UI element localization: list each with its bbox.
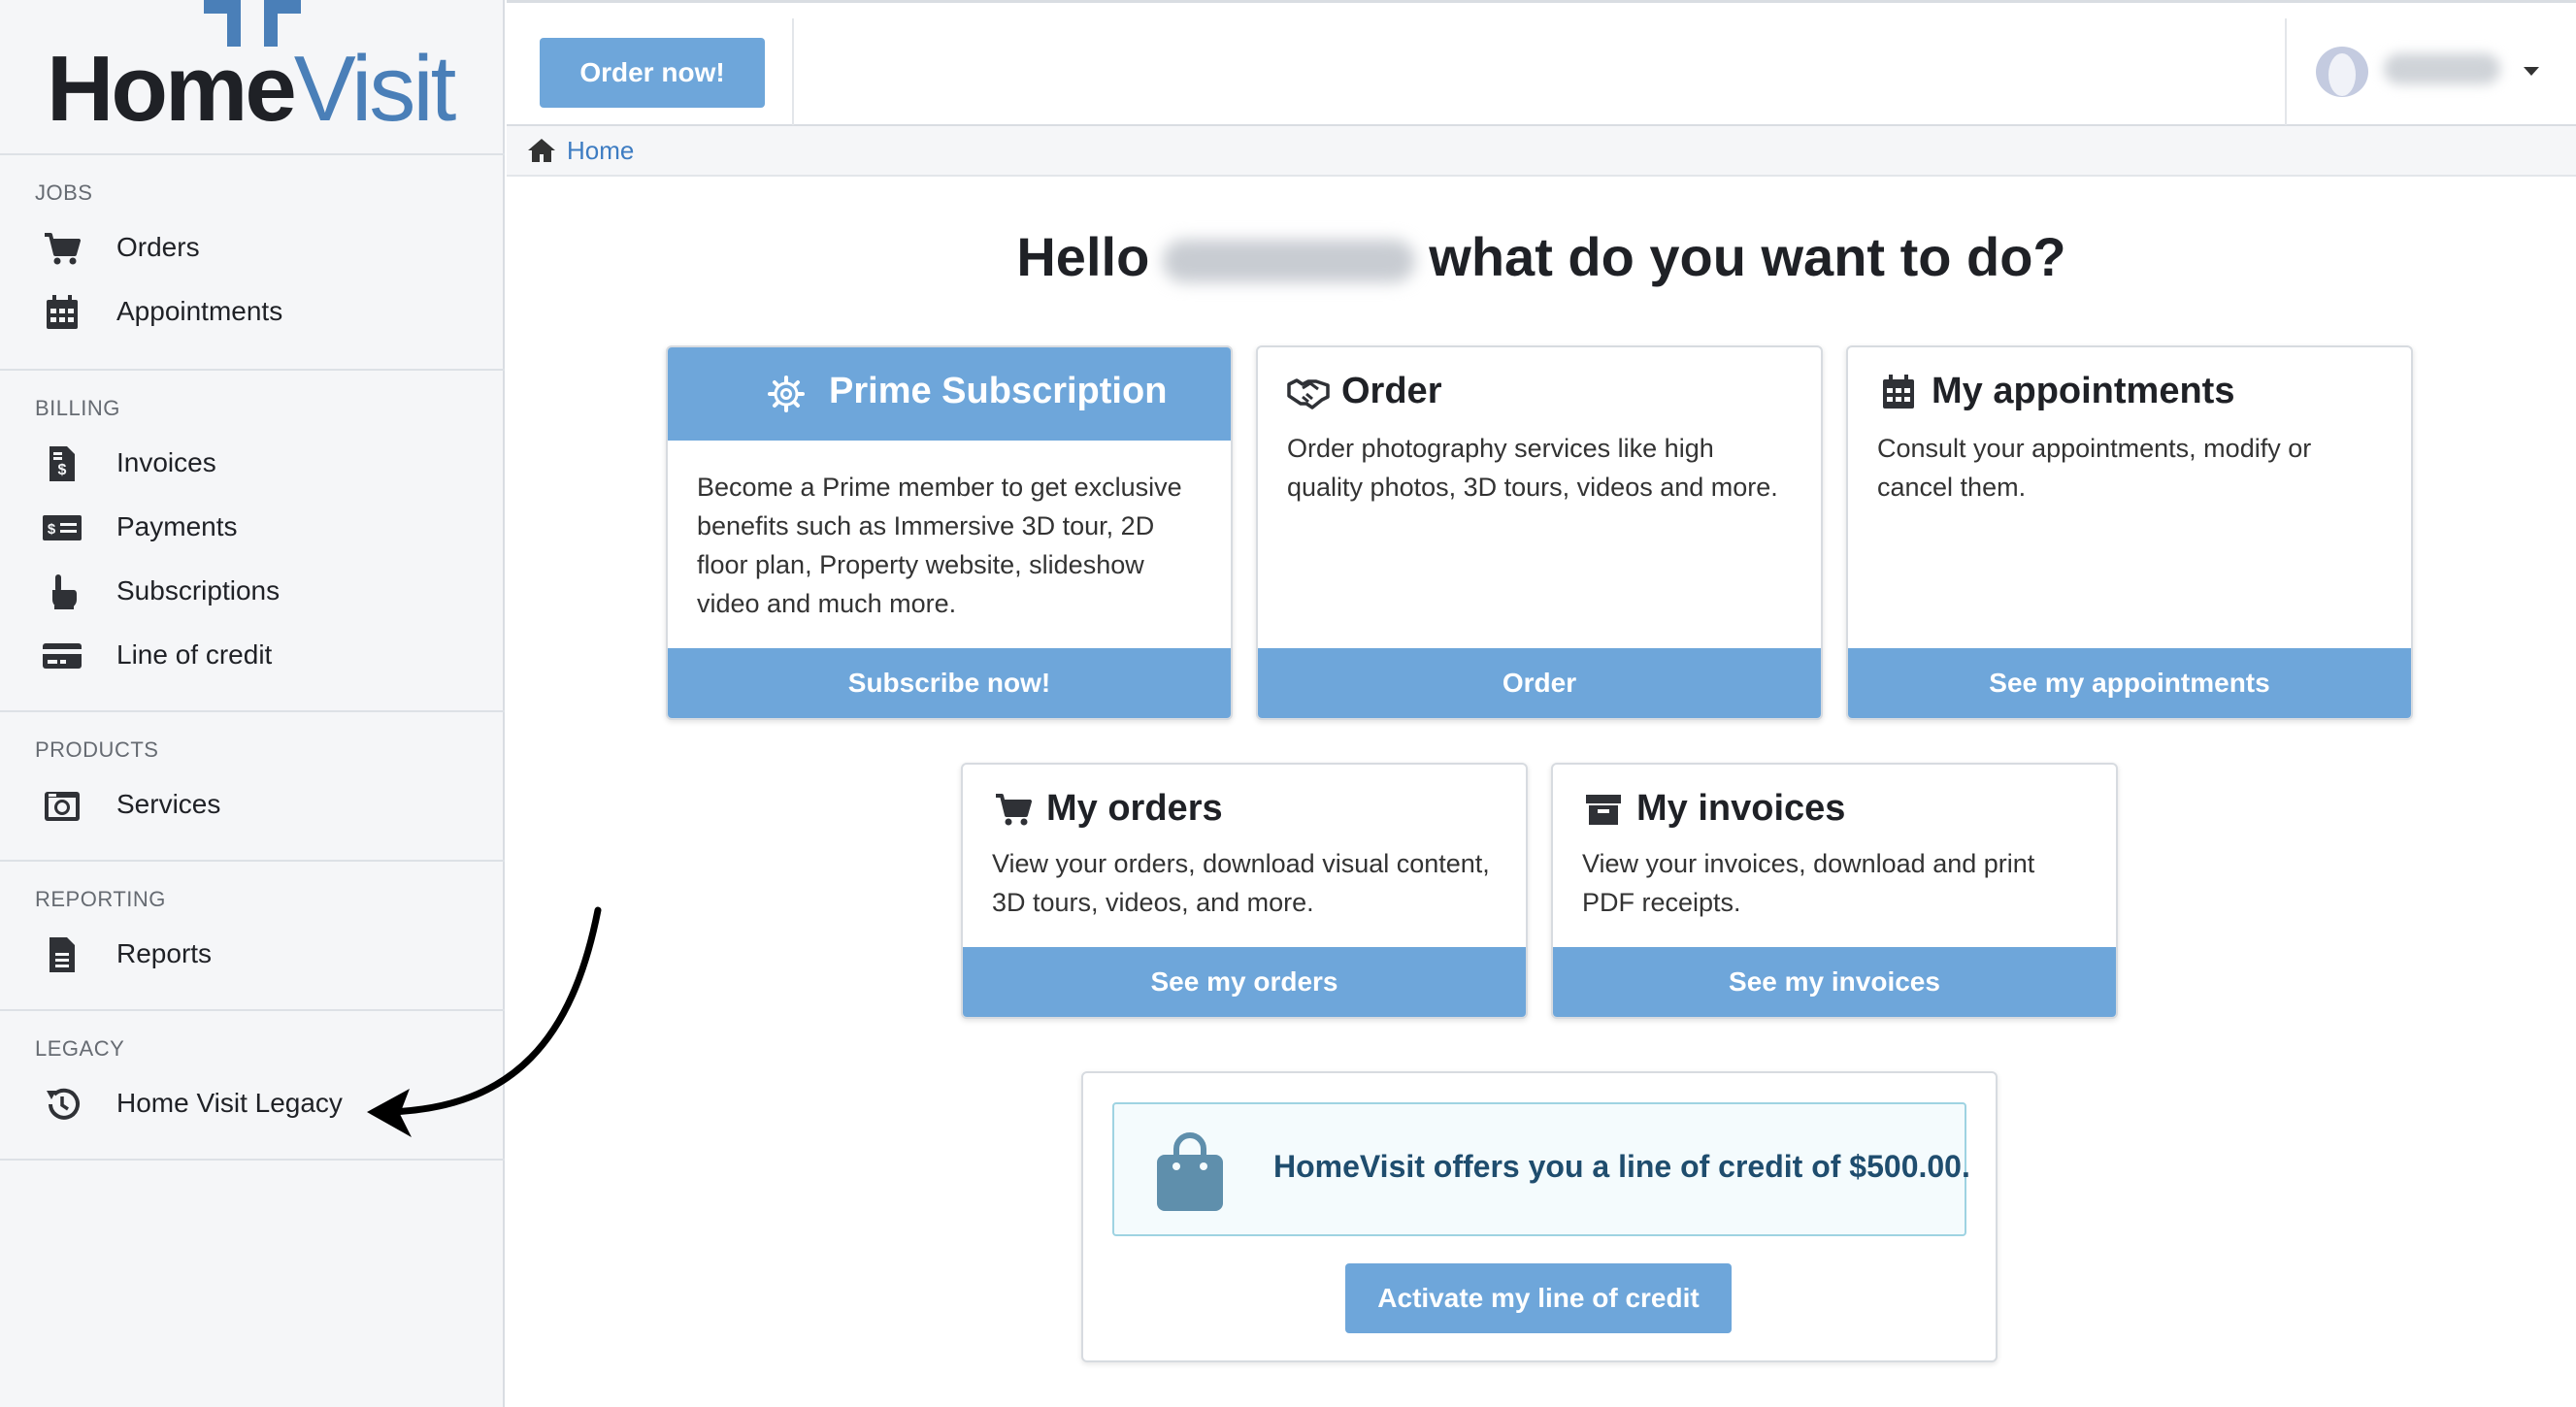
gear-icon xyxy=(768,376,805,412)
order-now-button[interactable]: Order now! xyxy=(540,38,765,108)
section-title-reporting: REPORTING xyxy=(35,887,166,911)
annotation-arrow xyxy=(367,906,602,1137)
card-description: Order photography services like high qua… xyxy=(1287,434,1778,502)
topbar: Order now! xyxy=(507,0,2576,126)
credit-offer-message: HomeVisit offers you a line of credit of… xyxy=(1273,1149,1970,1184)
credit-offer-alert: HomeVisit offers you a line of credit of… xyxy=(1112,1102,1970,1236)
card-title: Prime Subscription xyxy=(829,371,1168,411)
greeting-suffix: what do you want to do? xyxy=(1429,226,2066,287)
breadcrumb: Home xyxy=(507,126,2576,177)
card-title: My invoices xyxy=(1636,788,1846,829)
breadcrumb-home-link[interactable]: Home xyxy=(567,136,634,166)
card-description: View your orders, download visual conten… xyxy=(992,849,1490,917)
invoice-icon: $ xyxy=(50,446,75,481)
pointer-hand-icon xyxy=(52,574,77,609)
chevron-down-icon xyxy=(2524,67,2539,76)
nav-section-billing: BILLING $ Invoices $ Payments Subscripti… xyxy=(0,371,505,712)
card-title: My appointments xyxy=(1932,371,2235,411)
logo[interactable]: HomeVisit xyxy=(0,0,505,155)
sidebar-item-orders[interactable]: Orders xyxy=(0,217,503,279)
sidebar: HomeVisit JOBS Orders Appointments BILLI… xyxy=(0,0,505,1407)
see-my-invoices-button[interactable]: See my invoices xyxy=(1553,947,2116,1017)
card-description: View your invoices, download and print P… xyxy=(1582,849,2035,917)
card-description: Become a Prime member to get exclusive b… xyxy=(697,473,1182,618)
nav-section-jobs: JOBS Orders Appointments xyxy=(0,155,505,371)
page-title: Hello what do you want to do? xyxy=(507,225,2576,288)
svg-text:$: $ xyxy=(48,521,56,538)
user-name-blurred xyxy=(1163,240,1416,283)
sidebar-item-label: Invoices xyxy=(116,447,216,477)
calendar-icon xyxy=(47,295,78,329)
sidebar-item-label: Reports xyxy=(116,938,213,968)
history-icon xyxy=(47,1088,80,1120)
file-icon xyxy=(50,937,75,972)
appointments-card: My appointments Consult your appointment… xyxy=(1846,345,2413,720)
topbar-divider xyxy=(2285,18,2287,125)
card-title: My orders xyxy=(1046,788,1223,829)
section-title-legacy: LEGACY xyxy=(35,1036,125,1061)
sidebar-item-services[interactable]: Services xyxy=(0,774,503,836)
archive-icon xyxy=(1586,795,1621,825)
cart-icon xyxy=(996,794,1032,826)
my-invoices-card: My invoices View your invoices, download… xyxy=(1551,763,2118,1019)
see-my-orders-button[interactable]: See my orders xyxy=(963,947,1526,1017)
sidebar-item-label: Orders xyxy=(116,232,200,262)
cart-icon xyxy=(45,233,81,265)
user-name-blurred xyxy=(2384,53,2500,84)
card-title: Order xyxy=(1341,371,1442,411)
home-icon xyxy=(528,139,555,162)
shopping-bag-icon xyxy=(1157,1132,1223,1211)
order-button[interactable]: Order xyxy=(1258,648,1821,718)
svg-text:$: $ xyxy=(58,462,67,478)
subscribe-now-button[interactable]: Subscribe now! xyxy=(668,648,1231,718)
user-menu[interactable] xyxy=(2314,40,2547,104)
avatar xyxy=(2316,47,2368,97)
money-icon: $ xyxy=(43,515,82,540)
section-title-billing: BILLING xyxy=(35,396,120,420)
sidebar-item-label: Subscriptions xyxy=(116,575,281,605)
sidebar-item-label: Payments xyxy=(116,511,238,541)
sidebar-item-subscriptions[interactable]: Subscriptions xyxy=(0,561,503,623)
sidebar-item-label: Services xyxy=(116,789,221,819)
section-title-jobs: JOBS xyxy=(35,180,93,205)
sidebar-item-label: Appointments xyxy=(116,296,283,326)
greeting-prefix: Hello xyxy=(1016,226,1150,287)
handshake-icon xyxy=(1287,378,1330,409)
topbar-divider xyxy=(792,18,794,125)
activate-line-of-credit-button[interactable]: Activate my line of credit xyxy=(1345,1263,1732,1333)
prime-card-header: Prime Subscription xyxy=(668,347,1231,441)
section-title-products: PRODUCTS xyxy=(35,737,159,762)
line-of-credit-panel: HomeVisit offers you a line of credit of… xyxy=(1081,1071,1998,1362)
sidebar-item-payments[interactable]: $ Payments xyxy=(0,497,503,559)
camera-icon xyxy=(45,792,80,821)
logo-text: HomeVisit xyxy=(47,37,456,141)
my-orders-card: My orders View your orders, download vis… xyxy=(961,763,1528,1019)
sidebar-item-invoices[interactable]: $ Invoices xyxy=(0,433,503,495)
sidebar-item-appointments[interactable]: Appointments xyxy=(0,281,503,344)
credit-card-icon xyxy=(43,643,82,669)
sidebar-item-label: Line of credit xyxy=(116,639,273,670)
calendar-icon xyxy=(1883,375,1914,409)
order-card: Order Order photography services like hi… xyxy=(1256,345,1823,720)
sidebar-item-label: Home Visit Legacy xyxy=(116,1088,343,1118)
see-my-appointments-button[interactable]: See my appointments xyxy=(1848,648,2411,718)
card-description: Consult your appointments, modify or can… xyxy=(1877,434,2312,502)
prime-subscription-card: Prime Subscription Become a Prime member… xyxy=(666,345,1233,720)
nav-section-products: PRODUCTS Services xyxy=(0,712,505,862)
sidebar-item-line-of-credit[interactable]: Line of credit xyxy=(0,625,503,687)
